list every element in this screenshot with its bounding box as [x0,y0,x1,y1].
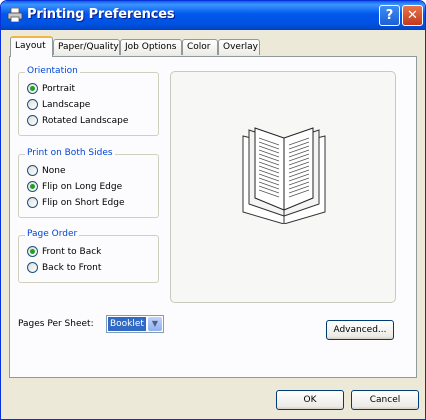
radio-button[interactable] [27,99,38,110]
layout-preview [170,71,396,303]
print-both-sides-group: Print on Both Sides None Flip on Long Ed… [18,148,159,218]
tab-job-options[interactable]: Job Options [120,39,182,55]
pages-per-sheet-select[interactable]: Booklet ▼ [106,315,164,333]
radio-label: Landscape [42,99,91,110]
print-both-sides-legend: Print on Both Sides [25,148,115,158]
radio-landscape[interactable]: Landscape [27,98,90,111]
radio-button[interactable] [27,165,38,176]
tab-color[interactable]: Color [182,39,218,55]
radio-none[interactable]: None [27,164,65,177]
ok-button[interactable]: OK [276,390,344,410]
orientation-legend: Orientation [25,66,80,76]
radio-label: None [42,165,66,176]
layout-panel: Orientation Portrait Landscape Rotated L… [9,56,417,378]
help-button[interactable]: ? [379,5,400,26]
radio-back-to-front[interactable]: Back to Front [27,261,101,274]
tab-paper-quality[interactable]: Paper/Quality [53,39,120,55]
printing-preferences-window: Printing Preferences ? ✕ Layout Paper/Qu… [0,0,426,420]
page-order-legend: Page Order [25,229,80,239]
radio-label: Front to Back [42,246,102,257]
radio-label: Back to Front [42,262,102,273]
orientation-group: Orientation Portrait Landscape Rotated L… [18,66,159,136]
radio-portrait[interactable]: Portrait [27,82,75,95]
close-button[interactable]: ✕ [402,5,423,26]
tab-overlay[interactable]: Overlay [218,39,260,55]
radio-label: Flip on Short Edge [42,197,125,208]
page-order-group: Page Order Front to Back Back to Front [18,229,159,283]
title-bar[interactable]: Printing Preferences ? ✕ [1,1,425,30]
advanced-button[interactable]: Advanced... [326,320,394,340]
tab-layout[interactable]: Layout [10,36,53,57]
radio-flip-short-edge[interactable]: Flip on Short Edge [27,196,125,209]
radio-button[interactable] [27,181,38,192]
cancel-button[interactable]: Cancel [351,390,419,410]
pages-per-sheet-label: Pages Per Sheet: [18,319,94,329]
radio-button[interactable] [27,262,38,273]
radio-button[interactable] [27,197,38,208]
chevron-down-icon[interactable]: ▼ [148,317,162,331]
window-title: Printing Preferences [27,7,175,22]
radio-front-to-back[interactable]: Front to Back [27,245,101,258]
open-book-icon [242,127,326,224]
radio-button[interactable] [27,83,38,94]
pages-per-sheet-value: Booklet [108,317,146,331]
radio-label: Portrait [42,83,76,94]
printer-icon [7,8,23,22]
radio-label: Flip on Long Edge [42,181,123,192]
radio-flip-long-edge[interactable]: Flip on Long Edge [27,180,122,193]
radio-label: Rotated Landscape [42,115,129,126]
radio-button[interactable] [27,246,38,257]
radio-button[interactable] [27,115,38,126]
radio-rotated-landscape[interactable]: Rotated Landscape [27,114,128,127]
